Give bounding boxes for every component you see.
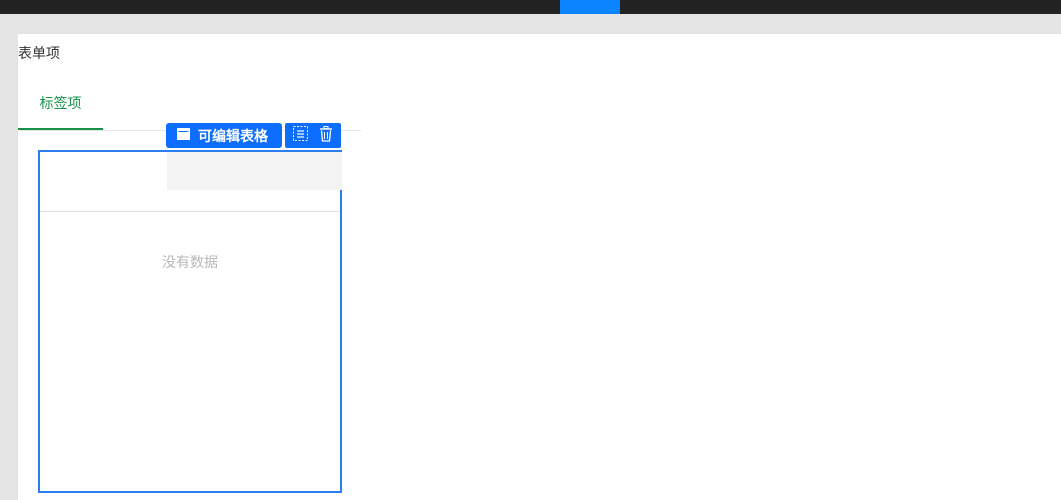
widget-type-text: 可编辑表格: [198, 128, 268, 145]
top-toolbar: [0, 0, 1061, 14]
trash-icon: [318, 125, 334, 147]
delete-widget-button[interactable]: [316, 125, 336, 147]
empty-table-text: 没有数据: [162, 255, 218, 271]
widget-type-label[interactable]: 可编辑表格: [166, 123, 282, 148]
table-header-shade: [167, 152, 342, 190]
form-designer-canvas: 表单项 标签项 没有数据 可编辑表格: [18, 34, 1061, 500]
copy-widget-button[interactable]: [290, 126, 310, 146]
widget-action-group: [285, 123, 341, 148]
table-icon: [177, 127, 190, 144]
form-title: 表单项: [18, 46, 60, 62]
table-header: [40, 152, 342, 212]
selected-widget-toolbar: 可编辑表格: [166, 123, 341, 148]
top-toolbar-active-indicator[interactable]: [560, 0, 620, 14]
copy-icon: [292, 125, 309, 146]
tab-label-item[interactable]: 标签项: [18, 82, 103, 130]
editable-table-widget[interactable]: 没有数据: [38, 150, 342, 493]
